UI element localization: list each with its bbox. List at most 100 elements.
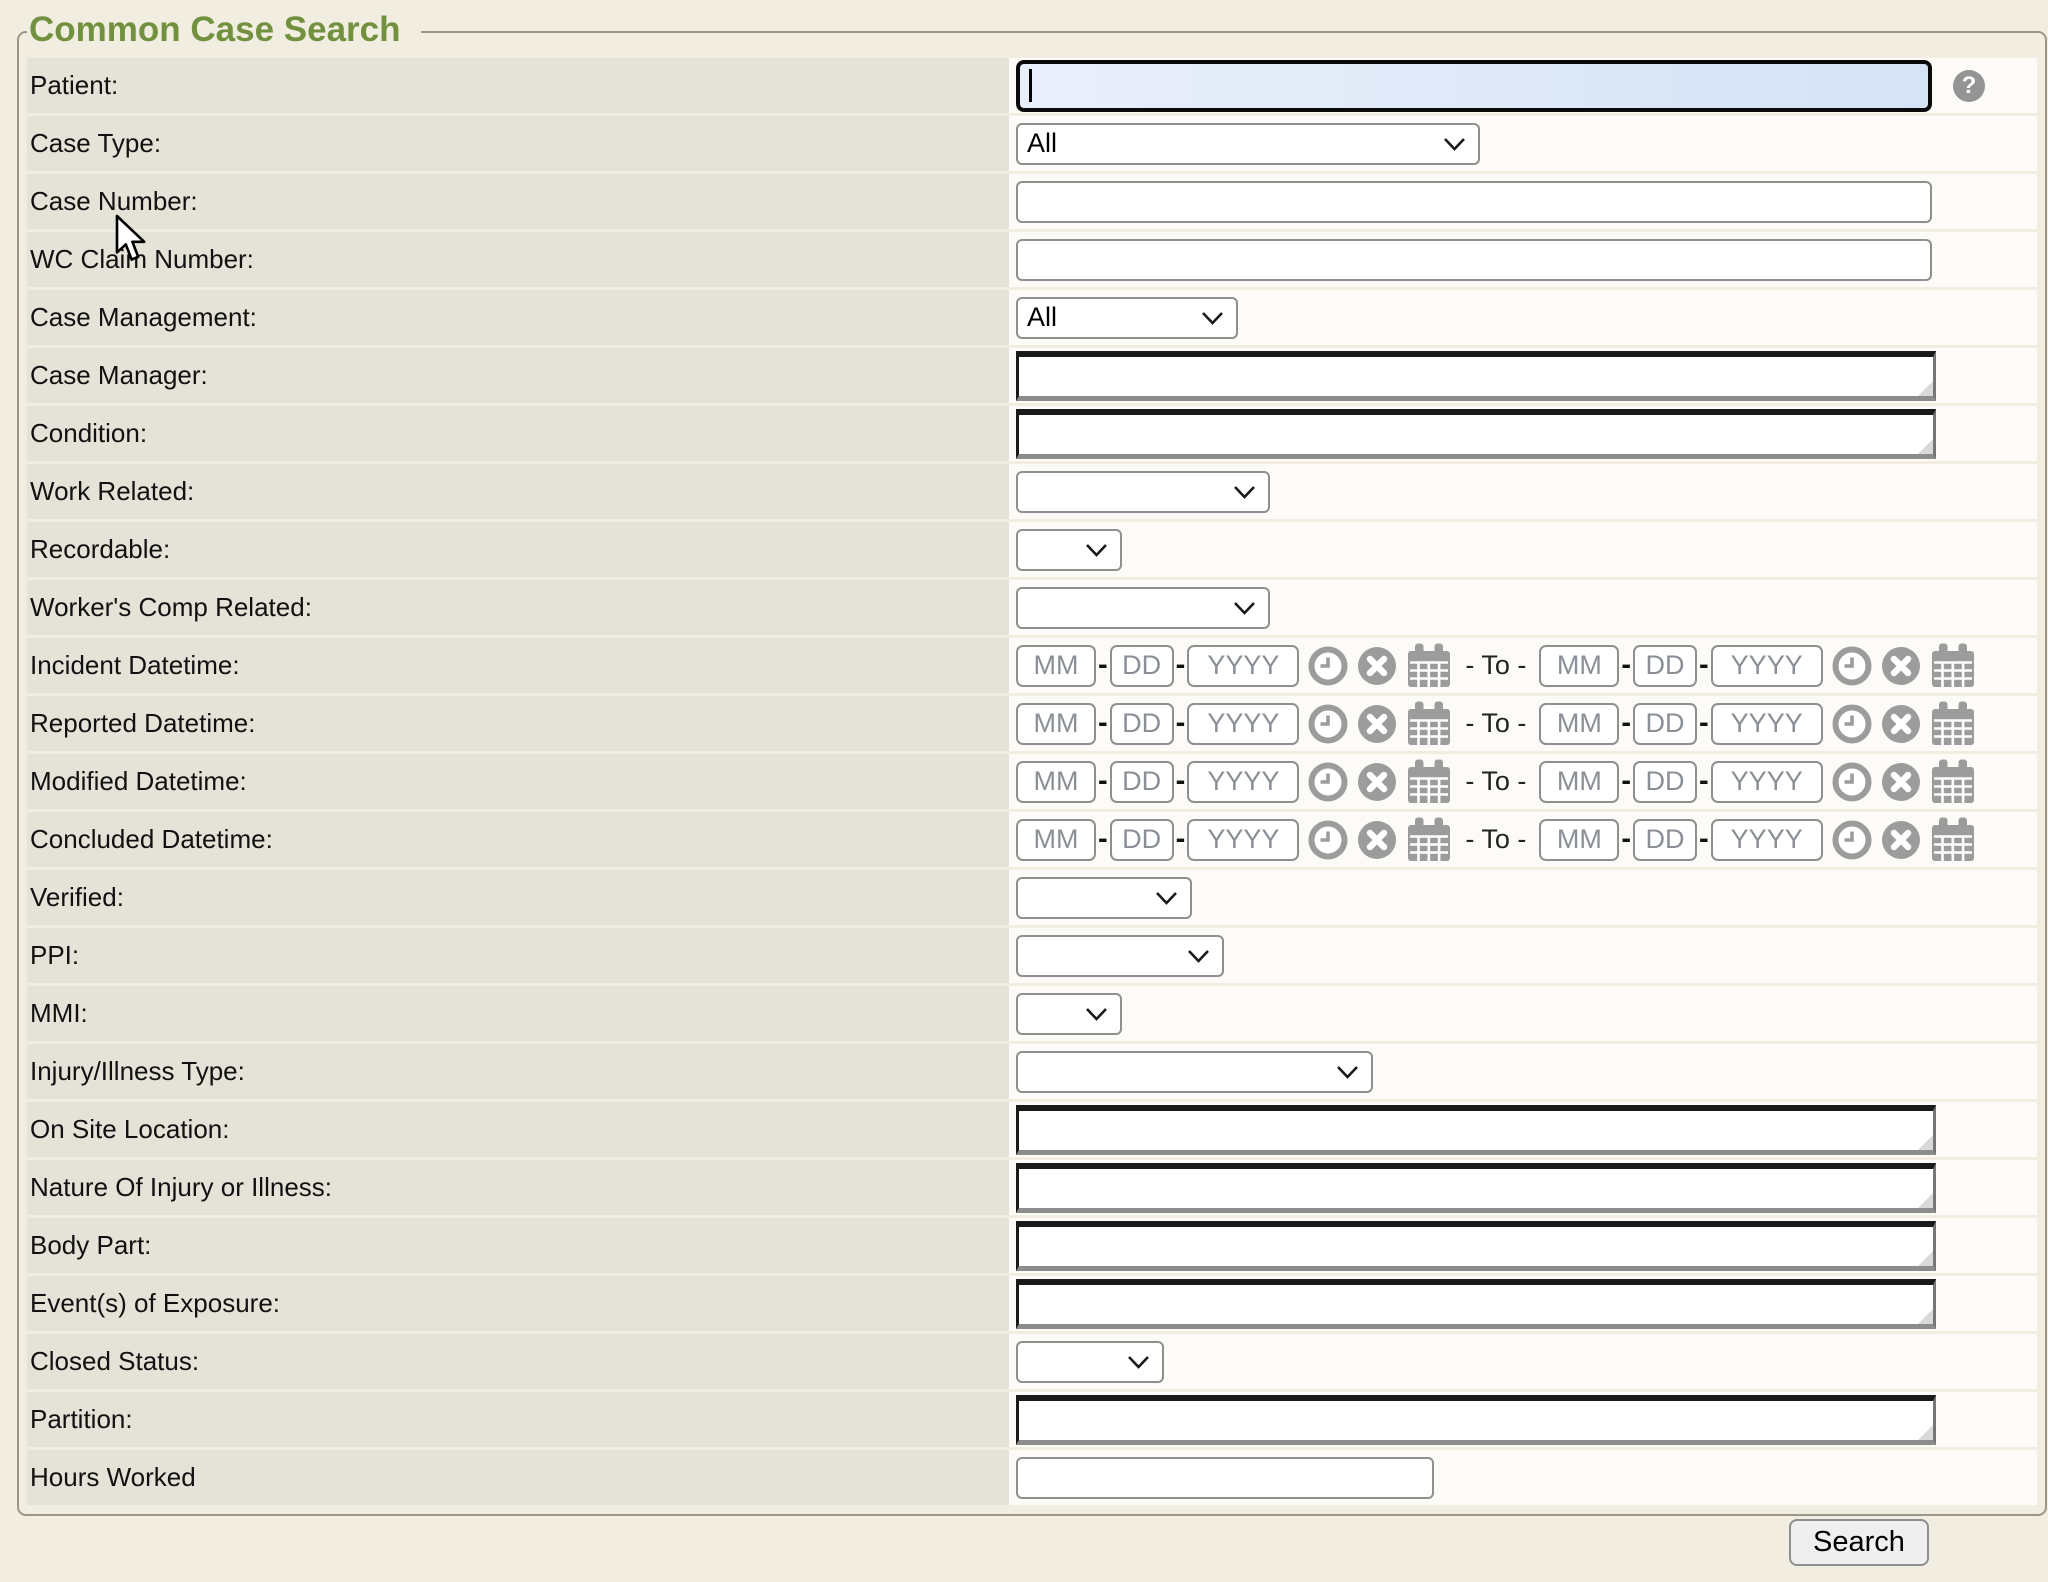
- concluded-datetime-from-year-input[interactable]: YYYY: [1187, 819, 1299, 861]
- body-part-label: Body Part:: [27, 1218, 1009, 1273]
- closed-status-input-cell: [1009, 1334, 2037, 1389]
- incident-datetime-from-calendar-icon[interactable]: [1406, 643, 1452, 689]
- chevron-down-icon: [1187, 949, 1210, 963]
- work-related-select[interactable]: [1016, 471, 1270, 513]
- condition-label: Condition:: [27, 406, 1009, 461]
- modified-datetime-from-clock-icon[interactable]: [1308, 762, 1348, 802]
- search-form-rows: Patient:?Case Type:AllCase Number:WC Cla…: [27, 58, 2037, 1508]
- modified-datetime-to-day-input[interactable]: DD: [1633, 761, 1697, 803]
- case-manager-label: Case Manager:: [27, 348, 1009, 403]
- reported-datetime-from-clock-icon[interactable]: [1308, 704, 1348, 744]
- case-type-label: Case Type:: [27, 116, 1009, 171]
- modified-datetime-from-year-input[interactable]: YYYY: [1187, 761, 1299, 803]
- injury-illness-type-select[interactable]: [1016, 1051, 1373, 1093]
- incident-datetime-from-month-input[interactable]: MM: [1016, 645, 1096, 687]
- reported-datetime-to-day-input[interactable]: DD: [1633, 703, 1697, 745]
- reported-datetime-to-month-input[interactable]: MM: [1539, 703, 1619, 745]
- incident-datetime-from-day-input[interactable]: DD: [1110, 645, 1174, 687]
- patient-input[interactable]: [1016, 60, 1932, 112]
- concluded-datetime-range: MM-DD-YYYY- To -MM-DD-YYYY: [1016, 817, 1976, 863]
- wc-claim-number-label: WC Claim Number:: [27, 232, 1009, 287]
- incident-datetime-from-clock-icon[interactable]: [1308, 646, 1348, 686]
- case-management-select[interactable]: All: [1016, 297, 1238, 339]
- row-injury-illness-type: Injury/Illness Type:: [27, 1044, 2037, 1099]
- concluded-datetime-to-clock-icon[interactable]: [1832, 820, 1872, 860]
- recordable-select[interactable]: [1016, 529, 1122, 571]
- reported-datetime-from-calendar-icon[interactable]: [1406, 701, 1452, 747]
- reported-datetime-from-month-input[interactable]: MM: [1016, 703, 1096, 745]
- reported-datetime-from-day-input[interactable]: DD: [1110, 703, 1174, 745]
- reported-datetime-from-clear-icon[interactable]: [1357, 704, 1397, 744]
- body-part-input[interactable]: [1016, 1221, 1936, 1271]
- incident-datetime-to-calendar-icon[interactable]: [1930, 643, 1976, 689]
- case-type-selected-value: All: [1027, 128, 1057, 159]
- incident-datetime-to-clear-icon[interactable]: [1881, 646, 1921, 686]
- incident-datetime-to-day-input[interactable]: DD: [1633, 645, 1697, 687]
- reported-datetime-to-year-input[interactable]: YYYY: [1711, 703, 1823, 745]
- verified-select[interactable]: [1016, 877, 1192, 919]
- modified-datetime-from-calendar-icon[interactable]: [1406, 759, 1452, 805]
- wc-claim-number-input[interactable]: [1016, 239, 1932, 281]
- events-of-exposure-input[interactable]: [1016, 1279, 1936, 1329]
- reported-datetime-range: MM-DD-YYYY- To -MM-DD-YYYY: [1016, 701, 1976, 747]
- modified-datetime-from-month-input[interactable]: MM: [1016, 761, 1096, 803]
- condition-input[interactable]: [1016, 409, 1936, 459]
- hours-worked-input[interactable]: [1016, 1457, 1434, 1499]
- mmi-select[interactable]: [1016, 993, 1122, 1035]
- body-part-input-cell: [1009, 1218, 2037, 1273]
- case-management-input-cell: All: [1009, 290, 2037, 345]
- concluded-datetime-from-month-input[interactable]: MM: [1016, 819, 1096, 861]
- segment-separator: -: [1621, 765, 1631, 798]
- concluded-datetime-to-day-input[interactable]: DD: [1633, 819, 1697, 861]
- hours-worked-label: Hours Worked: [27, 1450, 1009, 1505]
- reported-datetime-to-clock-icon[interactable]: [1832, 704, 1872, 744]
- search-button[interactable]: Search: [1789, 1519, 1929, 1566]
- ppi-select[interactable]: [1016, 935, 1224, 977]
- incident-datetime-to-clock-icon[interactable]: [1832, 646, 1872, 686]
- row-case-type: Case Type: All: [27, 116, 2037, 171]
- case-number-input[interactable]: [1016, 181, 1932, 223]
- incident-datetime-from-year-input[interactable]: YYYY: [1187, 645, 1299, 687]
- closed-status-select[interactable]: [1016, 1341, 1164, 1383]
- concluded-datetime-from-clock-icon[interactable]: [1308, 820, 1348, 860]
- workers-comp-related-input-cell: [1009, 580, 2037, 635]
- reported-datetime-to-calendar-icon[interactable]: [1930, 701, 1976, 747]
- case-manager-input[interactable]: [1016, 351, 1936, 401]
- nature-of-injury-input[interactable]: [1016, 1163, 1936, 1213]
- recordable-input-cell: [1009, 522, 2037, 577]
- partition-input[interactable]: [1016, 1395, 1936, 1445]
- hours-worked-input-cell: [1009, 1450, 2037, 1505]
- concluded-datetime-to-year-input[interactable]: YYYY: [1711, 819, 1823, 861]
- modified-datetime-from-clear-icon[interactable]: [1357, 762, 1397, 802]
- modified-datetime-to-year-input[interactable]: YYYY: [1711, 761, 1823, 803]
- incident-datetime-from-clear-icon[interactable]: [1357, 646, 1397, 686]
- concluded-datetime-to-calendar-icon[interactable]: [1930, 817, 1976, 863]
- concluded-datetime-from-calendar-icon[interactable]: [1406, 817, 1452, 863]
- case-manager-input-cell: [1009, 348, 2037, 403]
- reported-datetime-to-clear-icon[interactable]: [1881, 704, 1921, 744]
- on-site-location-input[interactable]: [1016, 1105, 1936, 1155]
- modified-datetime-to-clock-icon[interactable]: [1832, 762, 1872, 802]
- concluded-datetime-from-day-input[interactable]: DD: [1110, 819, 1174, 861]
- concluded-datetime-from-clear-icon[interactable]: [1357, 820, 1397, 860]
- reported-datetime-input-cell: MM-DD-YYYY- To -MM-DD-YYYY: [1009, 696, 2037, 751]
- modified-datetime-to-month-input[interactable]: MM: [1539, 761, 1619, 803]
- injury-illness-type-label: Injury/Illness Type:: [27, 1044, 1009, 1099]
- modified-datetime-label: Modified Datetime:: [27, 754, 1009, 809]
- case-type-select[interactable]: All: [1016, 123, 1480, 165]
- mmi-label: MMI:: [27, 986, 1009, 1041]
- workers-comp-related-select[interactable]: [1016, 587, 1270, 629]
- modified-datetime-from-day-input[interactable]: DD: [1110, 761, 1174, 803]
- reported-datetime-from-year-input[interactable]: YYYY: [1187, 703, 1299, 745]
- concluded-datetime-to-month-input[interactable]: MM: [1539, 819, 1619, 861]
- modified-datetime-to-calendar-icon[interactable]: [1930, 759, 1976, 805]
- segment-separator: -: [1699, 649, 1709, 682]
- row-body-part: Body Part:: [27, 1218, 2037, 1273]
- nature-of-injury-input-cell: [1009, 1160, 2037, 1215]
- help-icon[interactable]: ?: [1953, 70, 1985, 102]
- incident-datetime-to-month-input[interactable]: MM: [1539, 645, 1619, 687]
- modified-datetime-to-clear-icon[interactable]: [1881, 762, 1921, 802]
- concluded-datetime-to-clear-icon[interactable]: [1881, 820, 1921, 860]
- incident-datetime-to-year-input[interactable]: YYYY: [1711, 645, 1823, 687]
- injury-illness-type-input-cell: [1009, 1044, 2037, 1099]
